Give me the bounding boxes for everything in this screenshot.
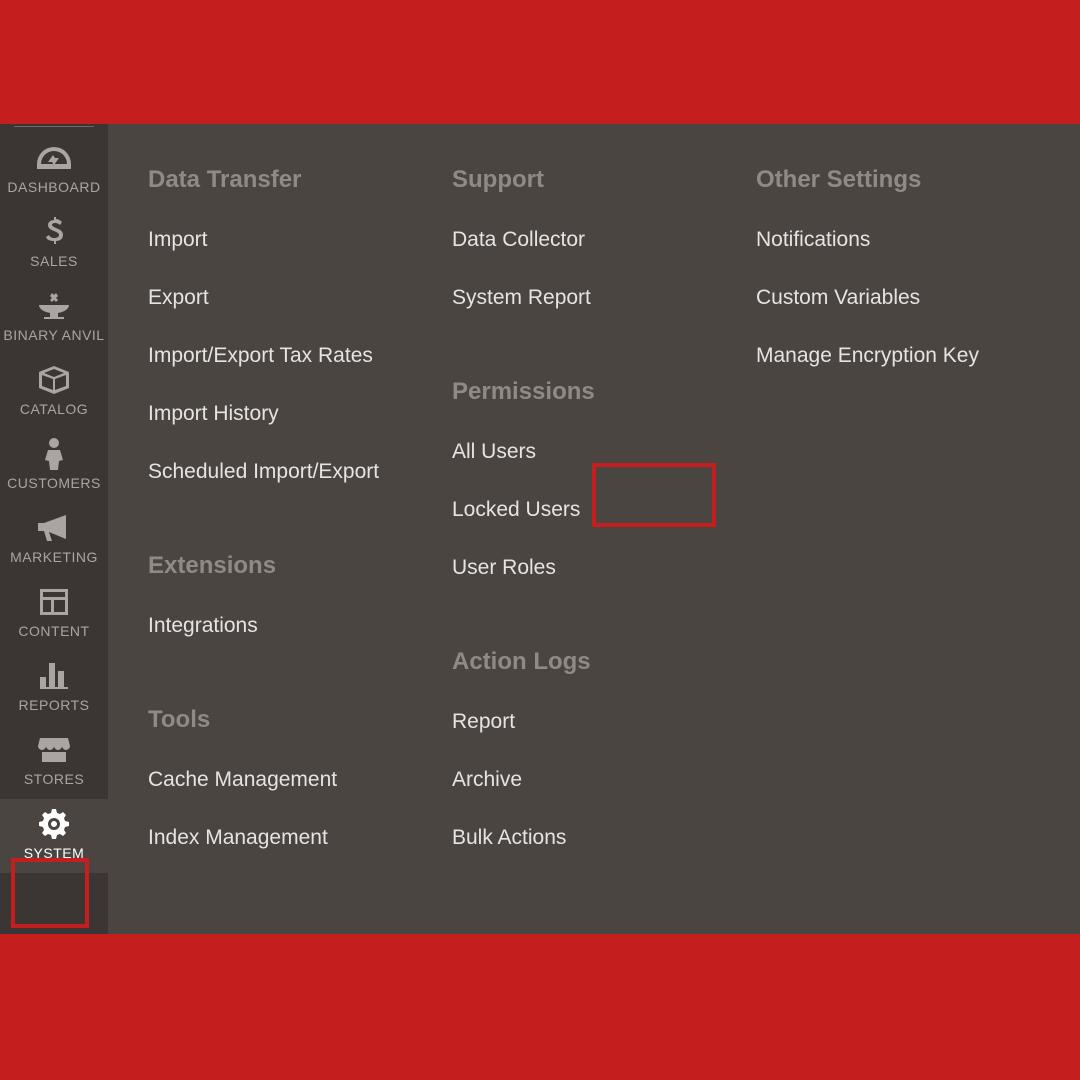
nav-label: CUSTOMERS bbox=[7, 475, 101, 491]
nav-divider bbox=[14, 126, 94, 127]
menu-custom-variables[interactable]: Custom Variables bbox=[756, 276, 920, 320]
person-icon bbox=[45, 439, 63, 469]
nav-marketing[interactable]: MARKETING bbox=[0, 503, 108, 577]
section-data-transfer: Data Transfer bbox=[148, 166, 432, 194]
megaphone-icon bbox=[38, 513, 70, 543]
menu-index-management[interactable]: Index Management bbox=[148, 816, 328, 860]
nav-label: SYSTEM bbox=[24, 845, 85, 861]
menu-bulk-actions[interactable]: Bulk Actions bbox=[452, 816, 566, 860]
flyout-col-3: Other Settings Notifications Custom Vari… bbox=[756, 156, 1040, 934]
box-icon bbox=[39, 365, 69, 395]
menu-cache-management[interactable]: Cache Management bbox=[148, 758, 337, 802]
nav-sales[interactable]: SALES bbox=[0, 207, 108, 281]
storefront-icon bbox=[38, 735, 70, 765]
nav-system[interactable]: SYSTEM bbox=[0, 799, 108, 873]
flyout-col-1: Data Transfer Import Export Import/Expor… bbox=[148, 156, 432, 934]
menu-notifications[interactable]: Notifications bbox=[756, 218, 870, 262]
system-flyout: Data Transfer Import Export Import/Expor… bbox=[108, 124, 1080, 934]
bars-icon bbox=[40, 661, 68, 691]
menu-import-export-tax[interactable]: Import/Export Tax Rates bbox=[148, 334, 373, 378]
gear-icon bbox=[39, 809, 69, 839]
menu-report[interactable]: Report bbox=[452, 700, 515, 744]
menu-import-history[interactable]: Import History bbox=[148, 392, 279, 436]
section-support: Support bbox=[452, 166, 736, 194]
section-permissions: Permissions bbox=[452, 378, 736, 406]
side-nav: DASHBOARD SALES BINARY ANVIL CATALOG CUS bbox=[0, 124, 108, 934]
nav-label: CATALOG bbox=[20, 401, 88, 417]
nav-stores[interactable]: STORES bbox=[0, 725, 108, 799]
nav-label: BINARY ANVIL bbox=[3, 327, 104, 343]
nav-dashboard[interactable]: DASHBOARD bbox=[0, 133, 108, 207]
nav-customers[interactable]: CUSTOMERS bbox=[0, 429, 108, 503]
menu-scheduled-import[interactable]: Scheduled Import/Export bbox=[148, 450, 379, 494]
menu-data-collector[interactable]: Data Collector bbox=[452, 218, 585, 262]
menu-all-users[interactable]: All Users bbox=[452, 430, 536, 474]
section-other-settings: Other Settings bbox=[756, 166, 1040, 194]
nav-catalog[interactable]: CATALOG bbox=[0, 355, 108, 429]
gauge-icon bbox=[37, 143, 71, 173]
nav-binary-anvil[interactable]: BINARY ANVIL bbox=[0, 281, 108, 355]
nav-content[interactable]: CONTENT bbox=[0, 577, 108, 651]
nav-label: MARKETING bbox=[10, 549, 98, 565]
section-tools: Tools bbox=[148, 706, 432, 734]
section-extensions: Extensions bbox=[148, 552, 432, 580]
nav-label: STORES bbox=[24, 771, 84, 787]
nav-label: DASHBOARD bbox=[7, 179, 100, 195]
section-action-logs: Action Logs bbox=[452, 648, 736, 676]
menu-system-report[interactable]: System Report bbox=[452, 276, 591, 320]
anvil-icon bbox=[37, 291, 71, 321]
menu-archive[interactable]: Archive bbox=[452, 758, 522, 802]
menu-locked-users[interactable]: Locked Users bbox=[452, 488, 580, 532]
menu-import[interactable]: Import bbox=[148, 218, 208, 262]
menu-user-roles[interactable]: User Roles bbox=[452, 546, 556, 590]
layout-icon bbox=[40, 587, 68, 617]
flyout-col-2: Support Data Collector System Report Per… bbox=[452, 156, 736, 934]
menu-manage-encryption-key[interactable]: Manage Encryption Key bbox=[756, 334, 979, 378]
nav-reports[interactable]: REPORTS bbox=[0, 651, 108, 725]
menu-integrations[interactable]: Integrations bbox=[148, 604, 258, 648]
admin-panel: DASHBOARD SALES BINARY ANVIL CATALOG CUS bbox=[0, 124, 1080, 934]
dollar-icon bbox=[45, 217, 63, 247]
menu-export[interactable]: Export bbox=[148, 276, 209, 320]
nav-label: SALES bbox=[30, 253, 78, 269]
nav-label: REPORTS bbox=[19, 697, 90, 713]
nav-label: CONTENT bbox=[18, 623, 89, 639]
